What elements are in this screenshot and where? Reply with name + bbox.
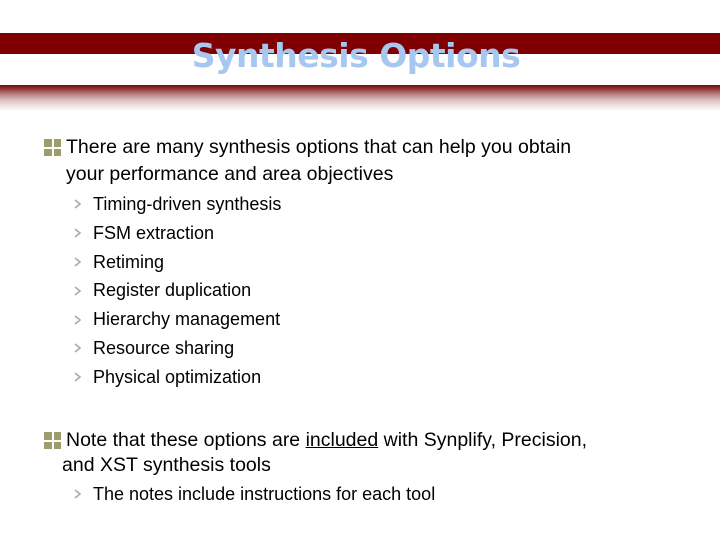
sub-item: FSM extraction	[74, 219, 281, 248]
bullet-item-2-line2: and XST synthesis tools	[62, 454, 271, 476]
sub-item: Hierarchy management	[74, 305, 281, 334]
sub-item: Resource sharing	[74, 334, 281, 363]
sub-list-1: Timing-driven synthesis FSM extraction R…	[74, 190, 281, 392]
sub-item: Physical optimization	[74, 363, 281, 392]
square-bullet-icon	[44, 139, 61, 156]
chevron-right-icon	[74, 305, 84, 334]
chevron-right-icon	[74, 248, 84, 277]
bullet-item-2-line1: Note that these options are included wit…	[66, 429, 588, 451]
chevron-right-icon	[74, 480, 84, 509]
bullet-item-1-line1: There are many synthesis options that ca…	[66, 136, 572, 158]
sub-list-2: The notes include instructions for each …	[74, 480, 435, 509]
chevron-right-icon	[74, 219, 84, 248]
square-bullet-icon	[44, 432, 61, 449]
header-band-bottom	[0, 85, 720, 111]
chevron-right-icon	[74, 276, 84, 305]
sub-item: The notes include instructions for each …	[74, 480, 435, 509]
sub-item: Timing-driven synthesis	[74, 190, 281, 219]
bullet-item-1-line2: your performance and area objectives	[66, 163, 394, 185]
chevron-right-icon	[74, 334, 84, 363]
underlined-word: included	[305, 429, 379, 451]
sub-item: Register duplication	[74, 276, 281, 305]
slide-title: Synthesis Options	[191, 36, 521, 75]
sub-item: Retiming	[74, 248, 281, 277]
chevron-right-icon	[74, 190, 84, 219]
chevron-right-icon	[74, 363, 84, 392]
